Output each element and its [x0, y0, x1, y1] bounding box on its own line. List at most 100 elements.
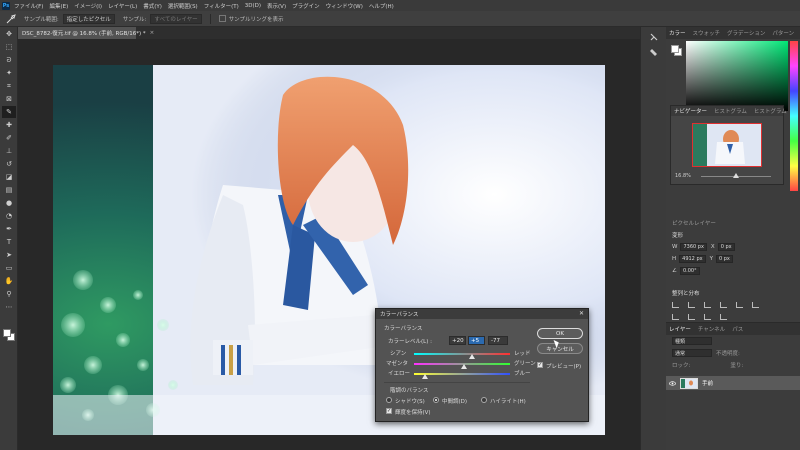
document-tab-bar: DSC_8782-復元.tif @ 16.8% (手前, RGB/16*) * … — [18, 27, 640, 39]
highlights-radio[interactable] — [481, 397, 487, 403]
ok-button[interactable]: OK — [537, 328, 583, 339]
align-right-icon[interactable] — [704, 302, 711, 308]
eyedropper-icon[interactable] — [6, 13, 16, 24]
close-icon[interactable]: ✕ — [579, 310, 584, 317]
frame-tool-icon[interactable]: ⊠ — [2, 93, 16, 105]
tab-color[interactable]: カラー — [669, 29, 686, 37]
show-ring-checkbox[interactable] — [218, 15, 226, 22]
layer-kind-filter[interactable]: 種類 — [672, 337, 712, 345]
tab-histogram-2[interactable]: ヒストグラム — [754, 107, 787, 115]
move-tool-icon[interactable]: ✥ — [2, 28, 16, 40]
menu-image[interactable]: イメージ(I) — [74, 2, 102, 10]
shape-tool-icon[interactable]: ▭ — [2, 262, 16, 274]
level-3-field[interactable]: -77 — [488, 336, 508, 345]
preserve-luminosity-checkbox[interactable]: ✓ — [386, 408, 392, 414]
pen-tool-icon[interactable]: ✒ — [2, 223, 16, 235]
level-2-field[interactable]: +5 — [468, 336, 485, 345]
angle-field[interactable]: 0.00° — [679, 267, 700, 275]
history-brush-tool-icon[interactable]: ↺ — [2, 158, 16, 170]
layer-filter-row: 種類 — [666, 335, 800, 347]
midtones-radio[interactable] — [433, 397, 439, 403]
marquee-tool-icon[interactable]: ⬚ — [2, 41, 16, 53]
menu-filter[interactable]: フィルター(T) — [204, 2, 239, 10]
show-ring-label: サンプルリングを表示 — [228, 16, 284, 23]
lasso-tool-icon[interactable]: ᘐ — [2, 54, 16, 66]
distribute-right-icon[interactable] — [704, 314, 711, 320]
cancel-button[interactable]: キャンセル — [537, 343, 583, 354]
eyedropper-tool-icon[interactable]: ✎ — [2, 106, 16, 118]
align-middle-icon[interactable] — [736, 302, 743, 308]
shadows-label: シャドウ(S) — [395, 399, 425, 405]
cyan-red-knob[interactable] — [468, 354, 475, 359]
shadows-radio[interactable] — [386, 397, 392, 403]
sample-size-select[interactable]: 指定したピクセル — [62, 13, 115, 24]
distribute-more-icon[interactable] — [720, 314, 727, 320]
tab-layers[interactable]: レイヤー — [669, 325, 691, 333]
magenta-green-knob[interactable] — [461, 364, 468, 369]
yellow-blue-track[interactable] — [414, 373, 510, 375]
visibility-eye-icon[interactable] — [669, 380, 676, 386]
sample-select[interactable]: すべてのレイヤー — [150, 13, 202, 24]
tab-gradients[interactable]: グラデーション — [727, 29, 765, 37]
properties-panel-icon[interactable] — [647, 47, 661, 59]
level-1-field[interactable]: +20 — [449, 336, 466, 345]
options-bar: サンプル範囲: 指定したピクセル サンプル: すべてのレイヤー サンプルリングを… — [0, 11, 800, 27]
tab-swatches[interactable]: スウォッチ — [693, 29, 721, 37]
preview-checkbox[interactable]: ✓ — [537, 362, 543, 368]
hand-tool-icon[interactable]: ✋ — [2, 275, 16, 287]
cyan-red-track[interactable] — [414, 353, 510, 355]
align-top-icon[interactable] — [720, 302, 727, 308]
distribute-center-icon[interactable] — [688, 314, 695, 320]
menu-layer[interactable]: レイヤー(L) — [108, 2, 137, 10]
navigator-thumbnail[interactable] — [692, 123, 762, 167]
yellow-blue-knob[interactable] — [422, 374, 429, 379]
crop-tool-icon[interactable]: ⌗ — [2, 80, 16, 92]
more-tools-icon[interactable]: ⋯ — [2, 301, 16, 313]
tone-group-label: 階調のバランス — [390, 388, 429, 394]
menu-3d[interactable]: 3D(D) — [245, 3, 261, 9]
menu-type[interactable]: 書式(Y) — [143, 2, 162, 10]
brush-tool-icon[interactable]: ✐ — [2, 132, 16, 144]
tab-paths[interactable]: パス — [732, 325, 743, 333]
menu-file[interactable]: ファイル(F) — [14, 2, 43, 10]
blur-tool-icon[interactable]: ● — [2, 197, 16, 209]
x-field[interactable]: 0 px — [717, 243, 735, 251]
width-field[interactable]: 7360 px — [680, 243, 707, 251]
history-panel-icon[interactable] — [647, 31, 661, 43]
gradient-tool-icon[interactable]: ▤ — [2, 184, 16, 196]
healing-tool-icon[interactable]: ✚ — [2, 119, 16, 131]
menu-select[interactable]: 選択範囲(S) — [168, 2, 198, 10]
tab-channels[interactable]: チャンネル — [698, 325, 725, 333]
y-field[interactable]: 0 px — [715, 255, 733, 263]
magic-wand-tool-icon[interactable]: ✦ — [2, 67, 16, 79]
hue-slider[interactable] — [790, 41, 798, 191]
panel-dock-strip — [640, 27, 666, 450]
color-picker-field[interactable] — [686, 41, 788, 111]
menu-view[interactable]: 表示(V) — [267, 2, 286, 10]
menu-help[interactable]: ヘルプ(H) — [369, 2, 394, 10]
foreground-color-swatch[interactable] — [3, 329, 11, 337]
close-tab-icon[interactable]: × — [150, 30, 155, 36]
tab-histogram[interactable]: ヒストグラム — [714, 107, 747, 115]
type-tool-icon[interactable]: T — [2, 236, 16, 248]
height-field[interactable]: 4912 px — [679, 255, 706, 263]
layer-item[interactable]: 手前 — [666, 376, 800, 390]
blend-mode-select[interactable]: 通常 — [672, 349, 712, 357]
distribute-left-icon[interactable] — [672, 314, 679, 320]
path-selection-tool-icon[interactable]: ➤ — [2, 249, 16, 261]
navigator-zoom-knob[interactable] — [733, 173, 739, 178]
panel-foreground-swatch[interactable] — [671, 45, 679, 53]
stamp-tool-icon[interactable]: ⊥ — [2, 145, 16, 157]
document-tab[interactable]: DSC_8782-復元.tif @ 16.8% (手前, RGB/16*) * … — [18, 27, 154, 39]
tab-patterns[interactable]: パターン — [772, 29, 794, 37]
zoom-tool-icon[interactable]: ⚲ — [2, 288, 16, 300]
menu-window[interactable]: ウィンドウ(W) — [326, 2, 363, 10]
eraser-tool-icon[interactable]: ◪ — [2, 171, 16, 183]
align-left-icon[interactable] — [672, 302, 679, 308]
align-center-icon[interactable] — [688, 302, 695, 308]
menu-plugins[interactable]: プラグイン — [292, 2, 320, 10]
tab-navigator[interactable]: ナビゲーター — [674, 107, 707, 115]
dodge-tool-icon[interactable]: ◔ — [2, 210, 16, 222]
menu-edit[interactable]: 編集(E) — [49, 2, 68, 10]
align-bottom-icon[interactable] — [752, 302, 759, 308]
